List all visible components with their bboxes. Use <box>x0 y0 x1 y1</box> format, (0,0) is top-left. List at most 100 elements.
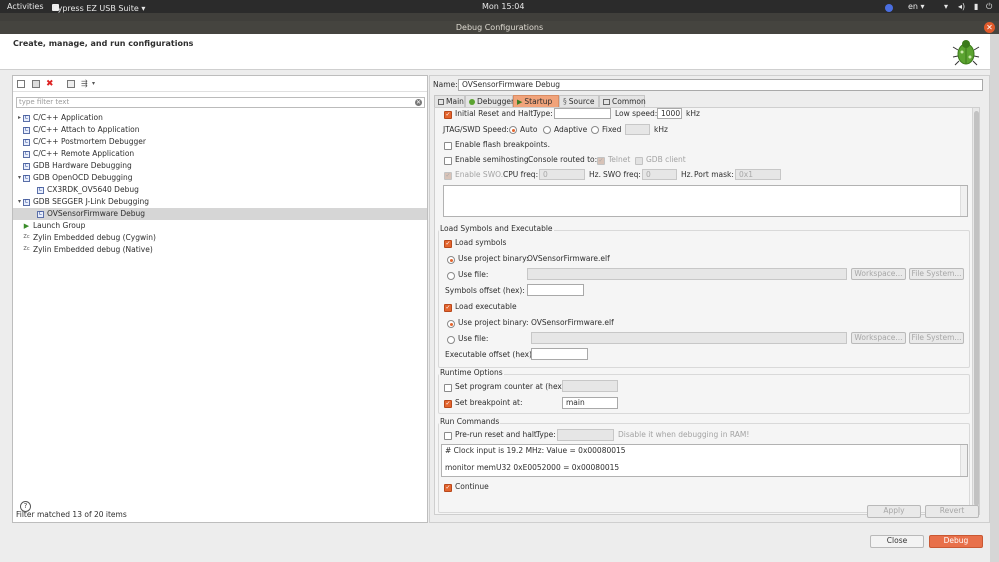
swo-freq-unit: Hz. <box>681 170 693 179</box>
tree-item[interactable]: Zc Zylin Embedded debug (Native) <box>13 244 427 256</box>
startup-scroll-thumb[interactable] <box>974 111 979 506</box>
speed-auto-radio[interactable] <box>509 126 517 134</box>
telnet-checkbox[interactable]: ✓ <box>597 157 605 165</box>
speed-adaptive-radio[interactable] <box>543 126 551 134</box>
tab-startup[interactable]: ▶ Startup <box>513 95 559 107</box>
cpu-freq-field[interactable]: 0 <box>539 169 585 180</box>
symbols-workspace-button[interactable]: Workspace... <box>851 268 906 280</box>
init-commands-textarea[interactable] <box>443 185 968 217</box>
tree-item[interactable]: C C/C++ Attach to Application <box>13 124 427 136</box>
load-executable-checkbox[interactable]: ✓ <box>444 304 452 312</box>
run-commands-scrollbar[interactable] <box>960 445 967 476</box>
tree-item[interactable]: C C/C++ Postmortem Debugger <box>13 136 427 148</box>
tree-item[interactable]: C C/C++ Remote Application <box>13 148 427 160</box>
clock[interactable]: Mon 15:04 <box>482 2 524 11</box>
low-speed-field[interactable]: 1000 <box>657 108 682 119</box>
symbols-binary-value: OVSensorFirmware.elf <box>527 254 610 263</box>
symbols-offset-field[interactable] <box>527 284 584 296</box>
pre-run-type-field[interactable] <box>557 429 614 441</box>
tab-main-label: Main <box>446 97 464 106</box>
new-configuration-icon[interactable] <box>17 80 25 88</box>
exec-project-binary-label: Use project binary: <box>458 318 529 327</box>
activities-button[interactable]: Activities <box>7 2 44 11</box>
pre-run-type-label: Type: <box>536 430 556 439</box>
apply-button[interactable]: Apply <box>867 505 921 518</box>
startup-scrollbar[interactable] <box>972 108 979 514</box>
speed-fixed-radio[interactable] <box>591 126 599 134</box>
symbols-use-file-label: Use file: <box>458 270 489 279</box>
exec-file-field[interactable] <box>531 332 847 344</box>
exec-file-system-button[interactable]: File System... <box>909 332 964 344</box>
exec-offset-field[interactable] <box>531 348 588 360</box>
exec-workspace-button[interactable]: Workspace... <box>851 332 906 344</box>
clear-filter-icon[interactable]: ✕ <box>415 99 422 106</box>
jtag-speed-label: JTAG/SWD Speed: <box>443 125 509 134</box>
load-symbols-checkbox[interactable]: ✓ <box>444 240 452 248</box>
close-button[interactable]: Close <box>870 535 924 548</box>
delete-icon[interactable]: ✖ <box>46 80 54 89</box>
exec-offset-label: Executable offset (hex): <box>445 350 535 359</box>
speed-adaptive-label: Adaptive <box>554 125 588 134</box>
run-commands-textarea[interactable]: # Clock input is 19.2 MHz: Value = 0x000… <box>441 444 968 477</box>
symbols-offset-label: Symbols offset (hex): <box>445 286 525 295</box>
debug-button[interactable]: Debug <box>929 535 983 548</box>
tree-item[interactable]: ▸ C C/C++ Application <box>13 112 427 124</box>
port-mask-field[interactable]: 0x1 <box>735 169 781 180</box>
initial-reset-checkbox[interactable]: ✓ <box>444 111 452 119</box>
language-menu[interactable]: en ▾ <box>908 2 925 11</box>
duplicate-icon[interactable] <box>32 80 40 88</box>
filter-menu-chevron-down-icon[interactable]: ▾ <box>92 80 100 88</box>
volume-icon[interactable]: ◂) <box>958 2 965 11</box>
exec-use-file-radio[interactable] <box>447 336 455 344</box>
main-tab-icon <box>438 99 444 105</box>
close-window-icon[interactable]: ✕ <box>984 22 995 33</box>
name-field[interactable]: OVSensorFirmware Debug <box>458 79 983 91</box>
config-type-icon: C <box>23 199 30 206</box>
enable-swo-checkbox[interactable]: ✓ <box>444 172 452 180</box>
wifi-icon[interactable]: ▾ <box>944 2 948 11</box>
init-commands-scrollbar[interactable] <box>960 186 967 216</box>
fixed-speed-field[interactable] <box>625 124 650 135</box>
tab-debugger[interactable]: Debugger <box>465 95 514 107</box>
symbols-file-field[interactable] <box>527 268 847 280</box>
set-pc-checkbox[interactable] <box>444 384 452 392</box>
tab-source[interactable]: § Source <box>559 95 599 107</box>
battery-icon[interactable]: ▮ <box>974 2 978 11</box>
swo-freq-field[interactable]: 0 <box>642 169 677 180</box>
help-icon[interactable]: ? <box>20 501 31 512</box>
set-breakpoint-field[interactable]: main <box>562 397 618 409</box>
gdb-client-checkbox[interactable] <box>635 157 643 165</box>
common-tab-icon <box>603 99 610 105</box>
reset-type-field[interactable] <box>554 108 611 119</box>
continue-checkbox[interactable]: ✓ <box>444 484 452 492</box>
semihosting-checkbox[interactable] <box>444 157 452 165</box>
tree-item[interactable]: Zc Zylin Embedded debug (Cygwin) <box>13 232 427 244</box>
tree-item[interactable]: C OVSensorFirmware Debug <box>13 208 427 220</box>
tree-item-label: OVSensorFirmware Debug <box>47 209 146 218</box>
pre-run-reset-checkbox[interactable] <box>444 432 452 440</box>
tree-item[interactable]: C CX3RDK_OV5640 Debug <box>13 184 427 196</box>
flash-breakpoints-checkbox[interactable] <box>444 142 452 150</box>
port-mask-label: Port mask: <box>694 170 734 179</box>
system-top-bar: Activities Cypress EZ USB Suite ▾ Mon 15… <box>0 0 999 13</box>
tab-main[interactable]: Main <box>434 95 465 107</box>
set-pc-field[interactable] <box>562 380 618 392</box>
set-breakpoint-checkbox[interactable]: ✓ <box>444 400 452 408</box>
gdb-client-label: GDB client <box>646 155 686 164</box>
launch-group-icon: ▶ <box>23 222 30 230</box>
symbols-project-binary-radio[interactable] <box>447 256 455 264</box>
tree-item[interactable]: C GDB Hardware Debugging <box>13 160 427 172</box>
symbols-file-system-button[interactable]: File System... <box>909 268 964 280</box>
tab-common[interactable]: Common <box>599 95 646 107</box>
power-icon[interactable]: ⏻ <box>986 2 992 12</box>
collapse-all-icon[interactable] <box>67 80 75 88</box>
filter-input[interactable]: type filter text ✕ <box>16 97 425 108</box>
revert-button[interactable]: Revert <box>925 505 979 518</box>
symbols-use-file-radio[interactable] <box>447 272 455 280</box>
exec-project-binary-radio[interactable] <box>447 320 455 328</box>
tree-item[interactable]: ▾ C GDB OpenOCD Debugging <box>13 172 427 184</box>
tree-item[interactable]: ▶ Launch Group <box>13 220 427 232</box>
filter-icon[interactable]: ⇶ <box>81 80 89 88</box>
tree-item[interactable]: ▾ C GDB SEGGER J-Link Debugging <box>13 196 427 208</box>
continue-label: Continue <box>455 482 489 491</box>
